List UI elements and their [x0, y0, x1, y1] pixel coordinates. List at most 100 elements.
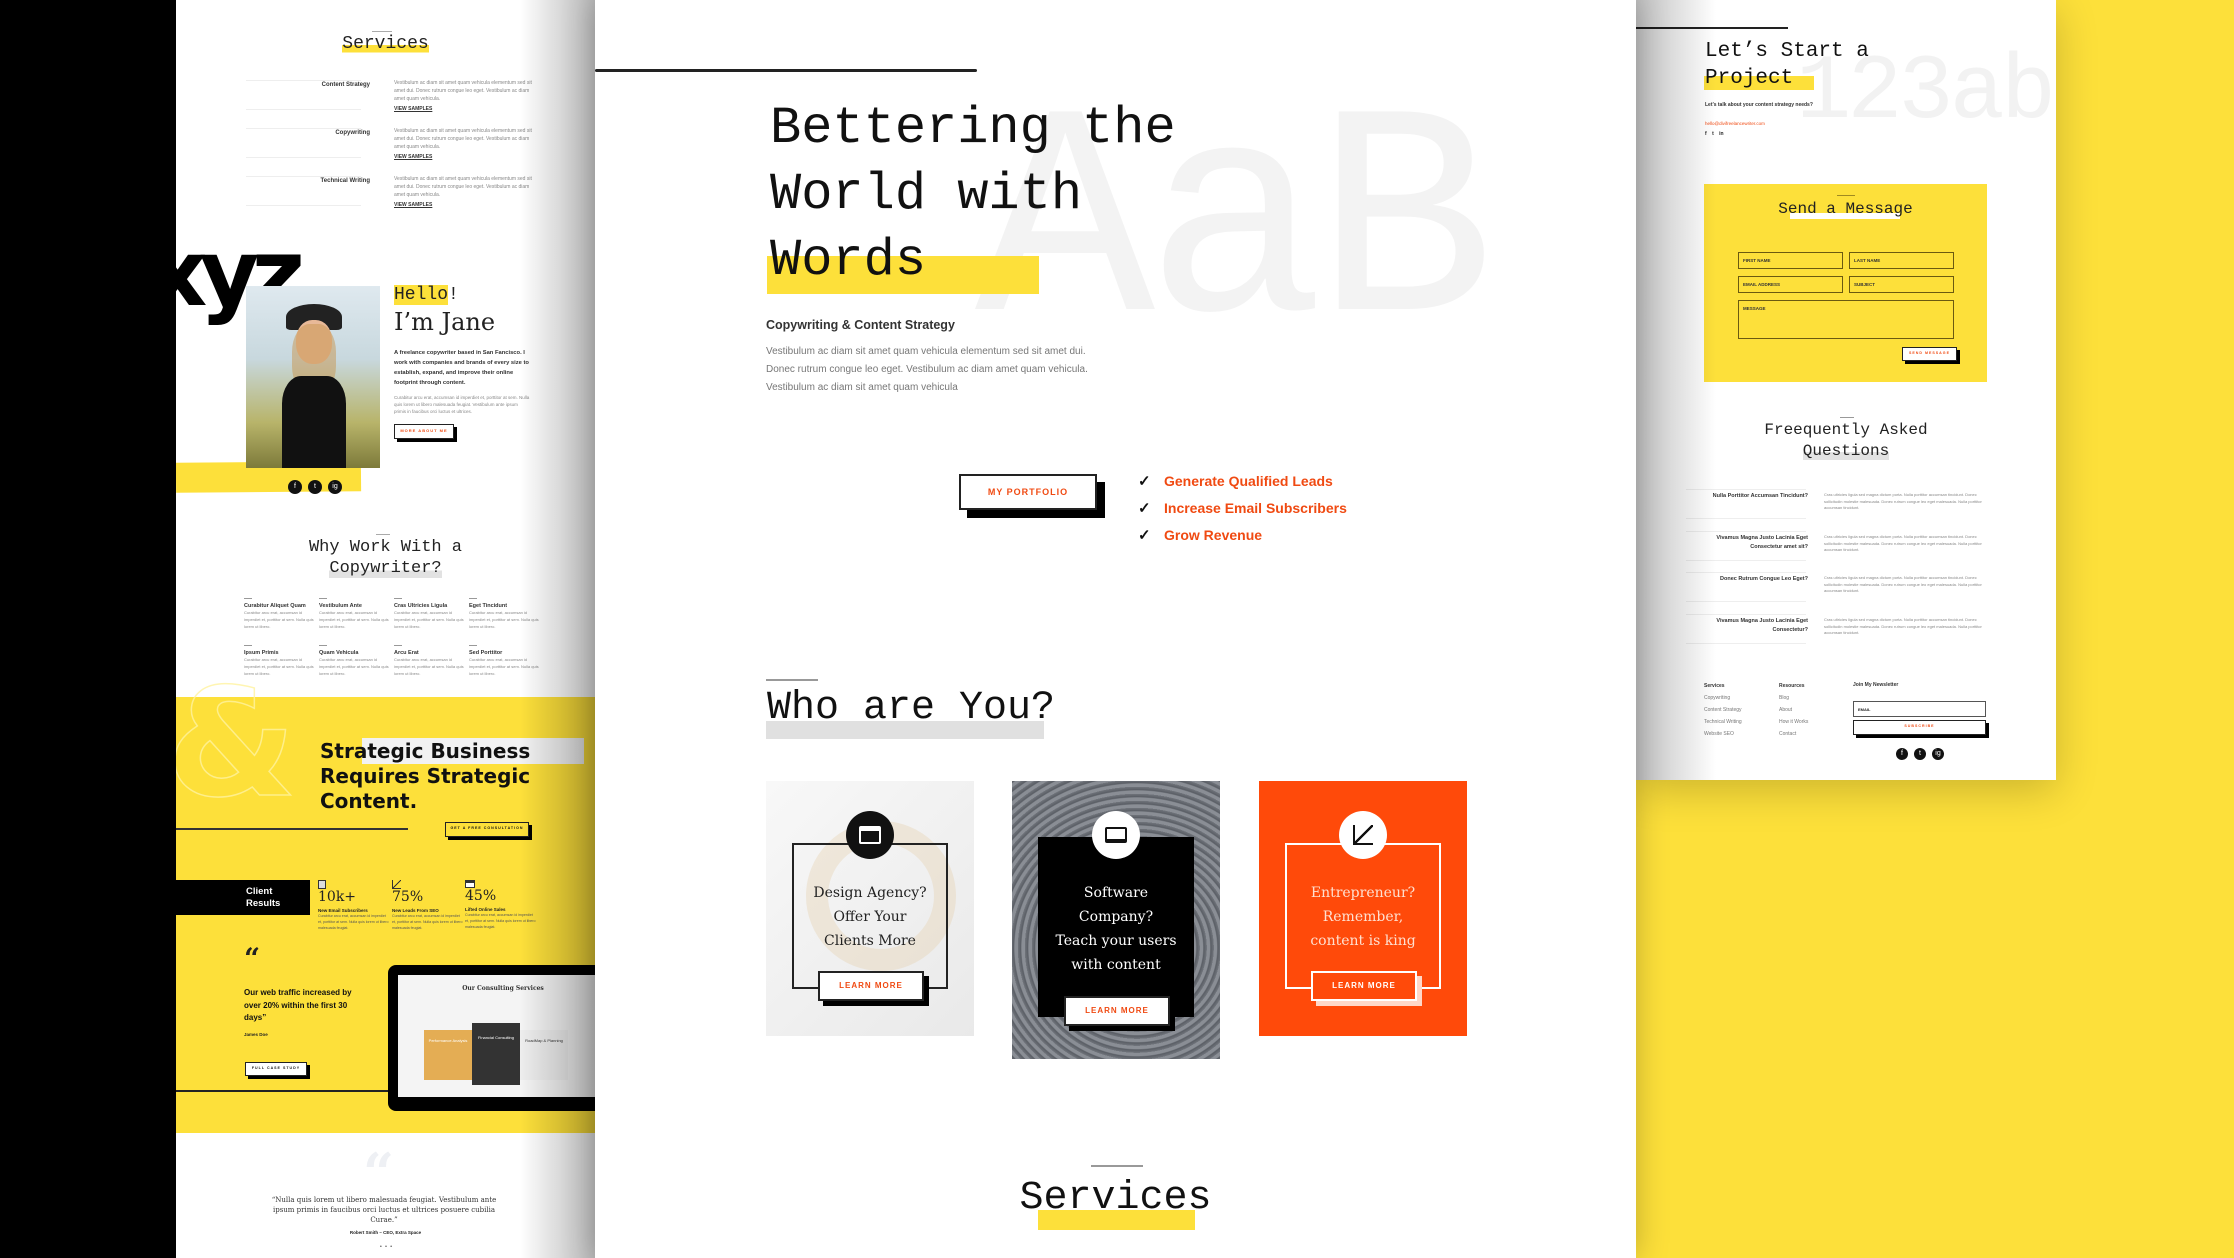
hello-text: Hello [394, 285, 449, 305]
center-page-preview: AaB Bettering the World with Words Copyw… [595, 0, 1636, 1258]
instagram-icon[interactable]: ig [1932, 747, 1944, 760]
card-text-line: Teach your users [1055, 933, 1177, 949]
hero-title-line: World with [770, 165, 1083, 224]
check-icon: ✓ [1138, 472, 1151, 490]
divider [319, 645, 327, 646]
newsletter-email-input[interactable]: EMAIL [1853, 701, 1986, 717]
divider [1840, 417, 1854, 418]
faq-item[interactable]: Nulla Porttitor Accumsan Tincidunt? Cras … [1636, 487, 2056, 529]
service-desc: Vestibulum ac diam sit amet quam vehicul… [394, 128, 532, 150]
hero-title-line: Words [770, 231, 927, 290]
footer-link[interactable]: Contact [1779, 728, 1808, 740]
stat-value: 45% [465, 888, 497, 904]
faq-item[interactable]: Donec Rutrum Congue Leo Eget? Cras ultric… [1636, 570, 2056, 612]
why-title-line1: Why Work With a [308, 538, 463, 557]
full-case-study-button[interactable]: FULL CASE STUDY [245, 1062, 307, 1076]
card-text-line: Company? [1078, 909, 1154, 925]
case-author: James Doe [244, 1032, 268, 1037]
view-samples-link[interactable]: VIEW SAMPLES [394, 202, 432, 208]
hero-title: Bettering the World with Words [770, 96, 1176, 294]
contact-subtitle: Let’s talk about your content strategy n… [1705, 102, 1813, 108]
linkedin-icon[interactable]: in [1719, 131, 1723, 137]
card-text-line: content is king [1310, 933, 1416, 949]
faq-title-line: Freequently Asked [1764, 421, 1928, 439]
my-portfolio-button[interactable]: MY PORTFOLIO [959, 474, 1097, 510]
subscribe-button[interactable]: SUBSCRIBE [1853, 720, 1986, 735]
facebook-icon[interactable]: f [1896, 747, 1908, 760]
card-text: Design Agency? Offer Your Clients More [786, 881, 954, 953]
stat-value: 10k+ [318, 889, 357, 905]
facebook-icon[interactable]: f [288, 479, 302, 494]
footer-link[interactable]: Content Strategy [1704, 704, 1742, 716]
footer-link[interactable]: How it Works [1779, 716, 1808, 728]
card-text-line: Remember, [1322, 909, 1404, 925]
subject-field[interactable]: SUBJECT [1849, 276, 1954, 293]
footer-resources: Resources Blog About How it Works Contac… [1779, 680, 1808, 740]
learn-more-button[interactable]: LEARN MORE [818, 971, 924, 1001]
view-samples-link[interactable]: VIEW SAMPLES [394, 106, 432, 112]
hello-exclamation: ! [448, 285, 459, 305]
divider [244, 598, 252, 599]
card-text: Entrepreneur? Remember, content is king [1279, 881, 1447, 953]
footer-social-icons: f t ig [1893, 742, 1947, 760]
services-title: Services [342, 34, 429, 54]
send-message-button[interactable]: SEND MESSAGE [1902, 347, 1957, 361]
divider [469, 645, 477, 646]
footer-link[interactable]: Technical Writing [1704, 716, 1742, 728]
faq-question: Nulla Porttitor Accumsan Tincidunt? [1712, 493, 1808, 499]
message-textarea[interactable]: MESSAGE [1738, 300, 1954, 339]
footer-link[interactable]: About [1779, 704, 1808, 716]
testimonial-quote: “Nulla quis lorem ut libero malesuada fe… [271, 1196, 497, 1224]
learn-more-button[interactable]: LEARN MORE [1311, 971, 1417, 1001]
divider [1091, 1165, 1143, 1167]
email-address-field[interactable]: EMAIL ADDRESS [1738, 276, 1843, 293]
first-name-field[interactable]: FIRST NAME [1738, 252, 1843, 269]
footer-services: Services Copywriting Content Strategy Te… [1704, 680, 1742, 740]
strategic-headline: Strategic Business Requires Strategic Co… [320, 739, 530, 814]
laptop-card: Financial Consulting [472, 1023, 520, 1085]
why-card-desc: Curabitur arcu erat, accumsan id imperdi… [319, 657, 389, 676]
faq-item[interactable]: Vivamus Magna Justo Lacinia Eget Consect… [1636, 612, 2056, 654]
services-heading: Services [176, 34, 595, 54]
divider [372, 31, 392, 32]
footer-link[interactable]: Website SEO [1704, 728, 1742, 740]
about-body: Curabitur arcu erat, accumsan id imperdi… [394, 395, 530, 414]
why-card-desc: Curabitur arcu erat, accumsan id imperdi… [469, 657, 539, 676]
card-text-line: Clients More [824, 933, 916, 949]
benefit-label: Generate Qualified Leads [1164, 472, 1333, 489]
client-results-line: Client [246, 886, 273, 897]
faq-item[interactable]: Vivamus Magna Justo Lacinia Eget Consect… [1636, 529, 2056, 571]
benefit-label: Increase Email Subscribers [1164, 499, 1347, 516]
why-card-desc: Curabitur arcu erat, accumsan id imperdi… [469, 610, 539, 629]
why-card-desc: Curabitur arcu erat, accumsan id imperdi… [244, 610, 314, 629]
contact-email-link[interactable]: hello@divifreelancewriter.com [1705, 121, 1765, 126]
instagram-icon[interactable]: ig [328, 479, 342, 494]
last-name-field[interactable]: LAST NAME [1849, 252, 1954, 269]
footer-link[interactable]: Blog [1779, 692, 1808, 704]
twitter-icon[interactable]: t [1712, 131, 1714, 137]
laptop-screen: Our Consulting Services Performance Anal… [398, 975, 595, 1097]
service-name: Technical Writing [320, 178, 370, 184]
more-about-me-button[interactable]: MORE ABOUT ME [394, 424, 454, 439]
footer-link[interactable]: Copywriting [1704, 692, 1742, 704]
facebook-icon[interactable]: f [1705, 131, 1707, 137]
twitter-icon[interactable]: t [1914, 747, 1926, 760]
why-card: Sed Porttitor Curabitur arcu erat, accums… [469, 645, 539, 677]
divider [394, 598, 402, 599]
card-text-line: with content [1071, 957, 1161, 973]
faq-answer: Cras ultricies ligula sed magna dictum p… [1824, 617, 1982, 635]
twitter-icon[interactable]: t [308, 479, 322, 494]
carousel-dots[interactable]: • • • [380, 1244, 393, 1250]
divider [244, 645, 252, 646]
why-card-desc: Curabitur arcu erat, accumsan id imperdi… [394, 657, 464, 676]
card-text-line: Design Agency? [813, 885, 927, 901]
faq-question: Donec Rutrum Congue Leo Eget? [1720, 576, 1808, 582]
divider [595, 69, 977, 72]
learn-more-button[interactable]: LEARN MORE [1064, 996, 1170, 1026]
browser-icon [846, 811, 894, 859]
laptop-screen-title: Our Consulting Services [462, 985, 544, 992]
view-samples-link[interactable]: VIEW SAMPLES [394, 154, 432, 160]
benefits-list: ✓ Generate Qualified Leads ✓ Increase Emai… [1138, 467, 1347, 548]
free-consultation-button[interactable]: GET A FREE CONSULTATION [445, 822, 529, 837]
hero-body: Vestibulum ac diam sit amet quam vehicul… [766, 346, 1088, 393]
